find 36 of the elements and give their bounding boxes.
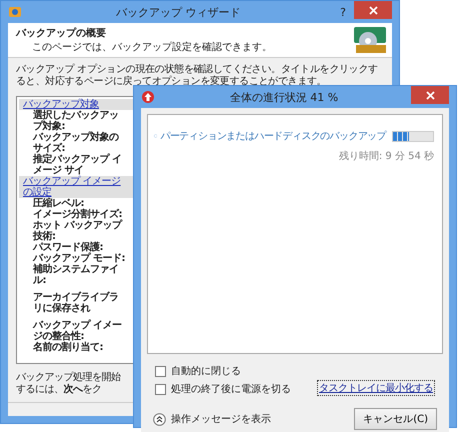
summary-label: ホット バックアップ技術: bbox=[32, 220, 124, 242]
cancel-button[interactable]: キャンセル(C) bbox=[354, 408, 437, 430]
help-button[interactable]: ? bbox=[332, 6, 354, 18]
summary-label: イメージ分割サイズ: bbox=[32, 209, 122, 220]
close-button[interactable] bbox=[354, 1, 392, 19]
expand-icon[interactable] bbox=[153, 412, 166, 426]
task-label: パーティションまたはハードディスクのバックアップ bbox=[160, 130, 386, 143]
summary-label: バックアップ イメージの整合性: bbox=[32, 320, 122, 342]
checkbox-label: 処理の終了後に電源を切る bbox=[171, 382, 291, 396]
footer-hint: バックアップ処理を開始するには、次へをク bbox=[16, 372, 122, 396]
app-icon bbox=[8, 5, 22, 19]
section-link[interactable]: バックアップ イメージの設定 bbox=[23, 176, 123, 198]
window-title: バックアップ ウィザード bbox=[114, 4, 242, 20]
remaining-time: 残り時間: 9 分 54 秒 bbox=[338, 150, 434, 163]
close-icon bbox=[368, 6, 378, 14]
section-link[interactable]: バックアップ対象 bbox=[23, 99, 123, 110]
checkbox[interactable] bbox=[155, 384, 166, 394]
summary-label: 推定バックアップ イメージ サイ bbox=[32, 154, 122, 176]
summary-label: バックアップ対象のサイズ: bbox=[32, 132, 120, 154]
summary-label: 補助システムファイル: bbox=[32, 264, 120, 286]
close-button[interactable] bbox=[411, 86, 449, 104]
checkbox-label: 自動的に閉じる bbox=[171, 365, 241, 378]
minimize-link[interactable]: タスクトレイに最小化する bbox=[317, 380, 435, 396]
details-toggle[interactable]: 操作メッセージを表示 bbox=[171, 412, 271, 426]
checkbox[interactable] bbox=[155, 366, 166, 376]
summary-label: バックアップ モード: bbox=[32, 253, 126, 264]
summary-label: 名前の割り当て: bbox=[32, 342, 104, 353]
app-icon bbox=[141, 90, 155, 104]
summary-label: 圧縮レベル: bbox=[32, 198, 84, 209]
summary-label: 選択したバックアップ対象: bbox=[32, 110, 120, 132]
summary-label: アーカイブライブラリに保存され bbox=[32, 292, 120, 314]
header-title: バックアップの概要 bbox=[16, 26, 107, 40]
close-icon bbox=[426, 90, 434, 100]
summary-label: パスワード保護: bbox=[32, 242, 104, 253]
window-title: 全体の進行状況 41 % bbox=[228, 90, 340, 104]
header-subtitle: このページでは、バックアップ設定を確認できます。 bbox=[31, 40, 272, 54]
